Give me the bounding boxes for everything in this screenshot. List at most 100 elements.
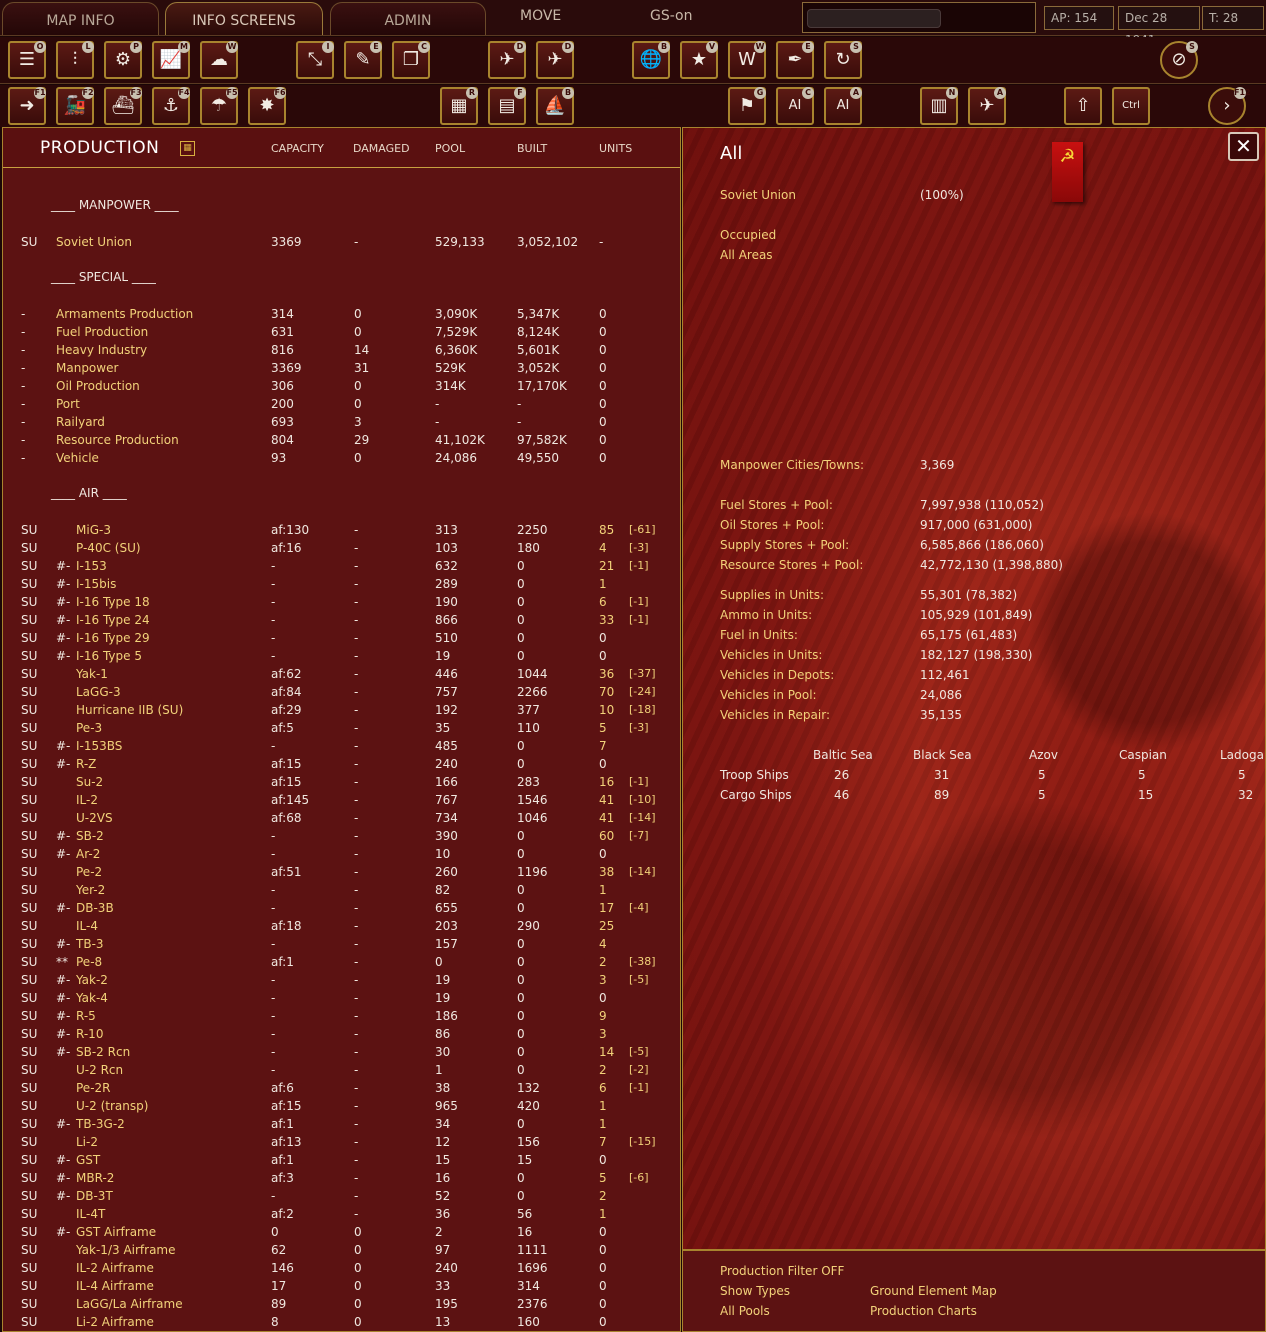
flag-list-icon[interactable]: ⚑ G xyxy=(728,87,766,125)
up-arrow-icon[interactable]: ⇧ xyxy=(1064,87,1102,125)
table-row[interactable]: SU Yak-1 af:62 - 446 1044 36 [-37] xyxy=(3,665,680,683)
chart-toggle-icon[interactable]: ▦ xyxy=(180,141,195,156)
table-row[interactable]: SU #- I-16 Type 5 - - 19 0 0 xyxy=(3,647,680,665)
arrows-swap-icon[interactable]: ⤡ I xyxy=(296,41,334,79)
table-row[interactable]: SU Pe-2 af:51 - 260 1196 38 [-14] xyxy=(3,863,680,881)
no-entry-icon[interactable]: ⊘ S xyxy=(1160,41,1198,79)
search-field-inner[interactable] xyxy=(807,9,941,28)
table-row[interactable]: SU #- I-15bis - - 289 0 1 xyxy=(3,575,680,593)
naval-icon[interactable]: ⚓ F4 xyxy=(152,87,190,125)
globe-list-icon[interactable]: 🌐 B xyxy=(632,41,670,79)
column-capacity[interactable]: CAPACITY xyxy=(271,142,324,155)
table-row[interactable]: SU IL-2 Airframe 146 0 240 1696 0 xyxy=(3,1259,680,1277)
table-row[interactable]: - Fuel Production 631 0 7,529K 8,124K 0 xyxy=(3,323,680,341)
tab-info-screens[interactable]: INFO SCREENS xyxy=(165,2,323,35)
table-row[interactable]: SU Yak-1/3 Airframe 62 0 97 1111 0 xyxy=(3,1241,680,1259)
hq-list-icon[interactable]: ▥ N xyxy=(920,87,958,125)
ai-ground-icon[interactable]: AI C xyxy=(776,87,814,125)
table-row[interactable]: - Port 200 0 - - 0 xyxy=(3,395,680,413)
ai-air-icon[interactable]: AI A xyxy=(824,87,862,125)
arrow-right-icon[interactable]: ➜ F1 xyxy=(8,87,46,125)
ground-air-icon[interactable]: ✈ A xyxy=(968,87,1006,125)
table-row[interactable]: SU IL-4 Airframe 17 0 33 314 0 xyxy=(3,1277,680,1295)
table-row[interactable]: - Manpower 3369 31 529K 3,052K 0 xyxy=(3,359,680,377)
line-chart-icon[interactable]: 📈 M xyxy=(152,41,190,79)
occupied-filter[interactable]: Occupied xyxy=(720,228,776,242)
table-row[interactable]: SU Yer-2 - - 82 0 1 xyxy=(3,881,680,899)
tab-map-info[interactable]: MAP INFO xyxy=(2,2,159,35)
table-row[interactable]: SU Pe-2R af:6 - 38 132 6 [-1] xyxy=(3,1079,680,1097)
tab-admin[interactable]: ADMIN xyxy=(330,2,486,35)
table-row[interactable]: SU Hurricane IIB (SU) af:29 - 192 377 10 [-18] xyxy=(3,701,680,719)
table-row[interactable]: SU #- R-Z af:15 - 240 0 0 xyxy=(3,755,680,773)
table-row[interactable]: SU #- Ar-2 - - 10 0 0 xyxy=(3,845,680,863)
sliders-icon[interactable]: ⫶ L xyxy=(56,41,94,79)
chevron-right-icon[interactable]: › F12 xyxy=(1208,87,1251,125)
close-button[interactable]: ✕ xyxy=(1228,132,1259,161)
table-row[interactable]: SU #- I-16 Type 18 - - 190 0 6 [-1] xyxy=(3,593,680,611)
nation-name[interactable]: Soviet Union xyxy=(720,188,796,202)
quill-icon[interactable]: ✒ E xyxy=(776,41,814,79)
production-charts-link[interactable]: Production Charts xyxy=(870,1304,977,1318)
table-row[interactable]: SU LaGG-3 af:84 - 757 2266 70 [-24] xyxy=(3,683,680,701)
table-row[interactable]: SU #- DB-3T - - 52 0 2 xyxy=(3,1187,680,1205)
table-row[interactable]: SU #- TB-3 - - 157 0 4 xyxy=(3,935,680,953)
table-row[interactable]: SU #- I-153BS - - 485 0 7 xyxy=(3,737,680,755)
table-row[interactable]: SU #- GST af:1 - 15 15 0 xyxy=(3,1151,680,1169)
table-row[interactable]: SU U-2 Rcn - - 1 0 2 [-2] xyxy=(3,1061,680,1079)
gear-icon[interactable]: ⚙ P xyxy=(104,41,142,79)
table-row[interactable]: SU U-2 (transp) af:15 - 965 420 1 xyxy=(3,1097,680,1115)
tab-move[interactable]: MOVE xyxy=(520,8,561,24)
documents-icon[interactable]: ❐ C xyxy=(392,41,430,79)
table-row[interactable]: SU U-2VS af:68 - 734 1046 41 [-14] xyxy=(3,809,680,827)
film-icon[interactable]: ▤ F xyxy=(488,87,526,125)
table-row[interactable]: SU IL-2 af:145 - 767 1546 41 [-10] xyxy=(3,791,680,809)
table-row[interactable]: SU ** Pe-8 af:1 - 0 0 2 [-38] xyxy=(3,953,680,971)
show-types-link[interactable]: Show Types xyxy=(720,1284,790,1298)
ship-icon[interactable]: ⛴ F3 xyxy=(104,87,142,125)
table-row[interactable]: SU Li-2 af:13 - 12 156 7 [-15] xyxy=(3,1133,680,1151)
table-row[interactable]: SU IL-4 af:18 - 203 290 25 xyxy=(3,917,680,935)
table-row[interactable]: - Armaments Production 314 0 3,090K 5,347K 0 xyxy=(3,305,680,323)
unit-list-icon[interactable]: ▦ R xyxy=(440,87,478,125)
table-row[interactable]: - Resource Production 804 29 41,102K 97,582K 0 xyxy=(3,431,680,449)
table-row[interactable]: SU #- GST Airframe 0 0 2 16 0 xyxy=(3,1223,680,1241)
air-group-icon[interactable]: ✈ D xyxy=(488,41,526,79)
all-pools-link[interactable]: All Pools xyxy=(720,1304,770,1318)
explosion-icon[interactable]: ✸ F6 xyxy=(248,87,286,125)
table-row[interactable]: SU #- I-153 - - 632 0 21 [-1] xyxy=(3,557,680,575)
table-row[interactable]: SU #- DB-3B - - 655 0 17 [-4] xyxy=(3,899,680,917)
tab-gs-toggle[interactable]: GS-on xyxy=(650,8,693,24)
table-row[interactable]: SU #- Yak-4 - - 19 0 0 xyxy=(3,989,680,1007)
table-row[interactable]: SU #- Yak-2 - - 19 0 3 [-5] xyxy=(3,971,680,989)
table-row[interactable]: SU Pe-3 af:5 - 35 110 5 [-3] xyxy=(3,719,680,737)
table-row[interactable]: - Oil Production 306 0 314K 17,170K 0 xyxy=(3,377,680,395)
list-settings-icon[interactable]: ☰ O xyxy=(8,41,46,79)
table-row[interactable]: SU Soviet Union 3369 - 529,133 3,052,102 - xyxy=(3,233,680,251)
edit-document-icon[interactable]: ✎ E xyxy=(344,41,382,79)
table-row[interactable]: SU #- MBR-2 af:3 - 16 0 5 [-6] xyxy=(3,1169,680,1187)
table-row[interactable]: SU IL-4T af:2 - 36 56 1 xyxy=(3,1205,680,1223)
replay-icon[interactable]: ↻ S xyxy=(824,41,862,79)
weather-icon[interactable]: ☁ W xyxy=(200,41,238,79)
table-row[interactable]: SU #- TB-3G-2 af:1 - 34 0 1 xyxy=(3,1115,680,1133)
table-row[interactable]: SU P-40C (SU) af:16 - 103 180 4 [-3] xyxy=(3,539,680,557)
column-pool[interactable]: POOL xyxy=(435,142,465,155)
train-icon[interactable]: 🚂 F2 xyxy=(56,87,94,125)
table-row[interactable]: SU #- I-16 Type 29 - - 510 0 0 xyxy=(3,629,680,647)
column-damaged[interactable]: DAMAGED xyxy=(353,142,410,155)
search-input[interactable] xyxy=(802,2,1036,33)
ground-element-map-link[interactable]: Ground Element Map xyxy=(870,1284,997,1298)
war-report-icon[interactable]: WW xyxy=(728,41,766,79)
star-icon[interactable]: ★ V xyxy=(680,41,718,79)
all-areas-filter[interactable]: All Areas xyxy=(720,248,773,262)
table-row[interactable]: - Railyard 693 3 - - 0 xyxy=(3,413,680,431)
sealift-icon[interactable]: ⛵ B xyxy=(536,87,574,125)
table-row[interactable]: SU LaGG/La Airframe 89 0 195 2376 0 xyxy=(3,1295,680,1313)
column-units[interactable]: UNITS xyxy=(599,142,632,155)
table-row[interactable]: SU Li-2 Airframe 8 0 13 160 0 xyxy=(3,1313,680,1331)
table-row[interactable]: SU #- R-5 - - 186 0 9 xyxy=(3,1007,680,1025)
table-row[interactable]: SU Su-2 af:15 - 166 283 16 [-1] xyxy=(3,773,680,791)
table-row[interactable]: SU #- SB-2 Rcn - - 30 0 14 [-5] xyxy=(3,1043,680,1061)
paradrop-icon[interactable]: ☂ F5 xyxy=(200,87,238,125)
